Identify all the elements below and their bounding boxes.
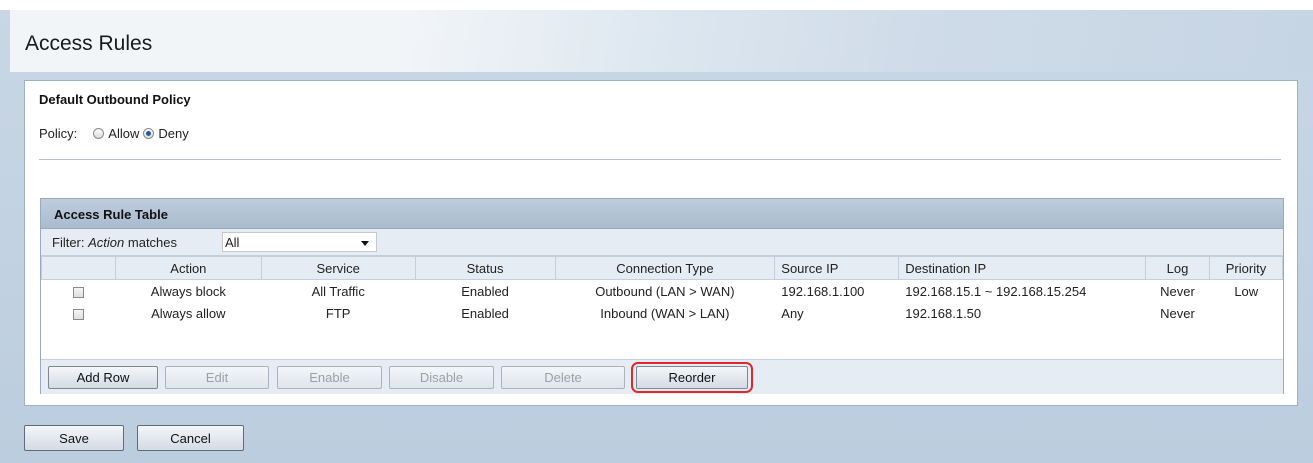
- col-destination-ip: Destination IP: [898, 256, 1147, 280]
- save-button[interactable]: Save: [24, 425, 124, 451]
- policy-deny-radio[interactable]: [143, 128, 155, 139]
- filter-select-value: All: [225, 235, 240, 250]
- col-select: [41, 256, 116, 280]
- filter-label: Filter: Action matches: [52, 235, 177, 250]
- policy-allow-label[interactable]: Allow: [108, 126, 139, 141]
- access-rule-table: Access Rule Table Filter: Action matches…: [40, 198, 1284, 394]
- filter-prefix: Filter:: [52, 235, 85, 250]
- table-button-bar: Add Row Edit Enable Disable Delete Reord…: [41, 359, 1283, 394]
- chevron-down-icon[interactable]: [361, 241, 369, 246]
- delete-button[interactable]: Delete: [501, 366, 625, 389]
- table-title: Access Rule Table: [54, 207, 168, 222]
- section-divider: [39, 159, 1281, 160]
- filter-field: Action: [88, 235, 125, 250]
- filter-matches: matches: [127, 235, 178, 250]
- cell-priority: Low: [1208, 279, 1283, 302]
- page-header: [10, 10, 1313, 72]
- table-header-row: Action Service Status Connection Type So…: [41, 256, 1284, 280]
- col-source-ip: Source IP: [774, 256, 900, 280]
- edit-button[interactable]: Edit: [165, 366, 269, 389]
- cell-status: Enabled: [414, 302, 555, 324]
- cell-log: Never: [1145, 302, 1210, 324]
- table-header-bar: Access Rule Table: [41, 199, 1283, 229]
- cell-connection: Inbound (WAN > LAN): [554, 302, 775, 324]
- rules-table: Action Service Status Connection Type So…: [41, 256, 1284, 324]
- policy-label: Policy:: [39, 126, 78, 141]
- cell-source-ip: 192.168.1.100: [774, 279, 899, 302]
- col-action: Action: [114, 256, 262, 280]
- cell-destination-ip: 192.168.1.50: [898, 302, 1146, 324]
- cancel-button[interactable]: Cancel: [137, 425, 244, 451]
- cell-status: Enabled: [414, 279, 555, 302]
- col-connection-type: Connection Type: [554, 256, 776, 280]
- cell-log: Never: [1145, 279, 1210, 302]
- col-priority: Priority: [1208, 256, 1284, 280]
- add-row-button[interactable]: Add Row: [48, 366, 158, 389]
- filter-select[interactable]: All: [222, 232, 377, 252]
- cell-action: Always allow: [114, 302, 262, 324]
- cell-priority: [1208, 302, 1283, 324]
- top-strip: [0, 0, 1313, 10]
- cell-action: Always block: [114, 279, 262, 302]
- col-service: Service: [260, 256, 416, 280]
- outbound-policy-title: Default Outbound Policy: [39, 92, 191, 107]
- table-row: Always allow FTP Enabled Inbound (WAN > …: [41, 302, 1283, 324]
- reorder-highlight: [631, 362, 753, 393]
- main-panel: Default Outbound Policy Policy: Allow De…: [24, 80, 1298, 406]
- filter-row: Filter: Action matches All: [41, 229, 1283, 256]
- policy-deny-label[interactable]: Deny: [158, 126, 188, 141]
- row-checkbox[interactable]: [72, 286, 84, 298]
- cell-source-ip: Any: [774, 302, 899, 324]
- cell-connection: Outbound (LAN > WAN): [554, 279, 775, 302]
- row-checkbox[interactable]: [72, 308, 84, 320]
- policy-allow-radio[interactable]: [93, 128, 105, 139]
- cell-service: FTP: [260, 302, 416, 324]
- col-log: Log: [1145, 256, 1210, 280]
- disable-button[interactable]: Disable: [389, 366, 494, 389]
- table-row: Always block All Traffic Enabled Outboun…: [41, 279, 1283, 302]
- cell-destination-ip: 192.168.15.1 ~ 192.168.15.254: [898, 279, 1146, 302]
- enable-button[interactable]: Enable: [277, 366, 382, 389]
- cell-service: All Traffic: [260, 279, 416, 302]
- page-title: Access Rules: [25, 32, 153, 55]
- policy-row: Policy: Allow Deny: [39, 126, 193, 141]
- col-status: Status: [414, 256, 556, 280]
